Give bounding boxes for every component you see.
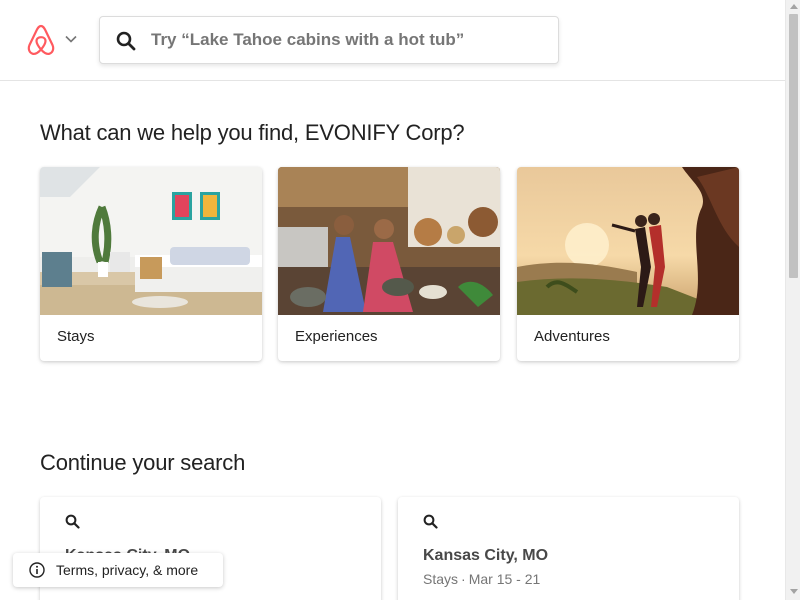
recent-search-card[interactable]: Kansas City, MO Stays · Mar 15 - 21	[398, 497, 739, 600]
recent-search-location: Kansas City, MO	[423, 547, 549, 564]
top-header	[0, 0, 785, 81]
search-icon	[423, 514, 438, 529]
cooking-class-photo	[278, 167, 500, 315]
page-scrollbar[interactable]	[785, 0, 800, 600]
search-icon	[116, 31, 136, 51]
continue-search-title: Continue your search	[40, 450, 246, 475]
recent-search-type: Stays	[423, 571, 459, 587]
airbnb-logo-icon[interactable]	[26, 24, 56, 56]
scroll-down-arrow-icon[interactable]	[790, 589, 798, 594]
mountain-sunset-photo	[517, 167, 739, 315]
recent-search-dates: Mar 15 - 21	[468, 571, 541, 587]
page-title: What can we help you find, EVONIFY Corp?	[40, 120, 465, 145]
separator-dot: ·	[461, 571, 466, 587]
category-card-stays[interactable]: Stays	[40, 167, 262, 361]
category-label: Adventures	[534, 328, 610, 345]
terms-privacy-button[interactable]: Terms, privacy, & more	[13, 553, 223, 587]
scrollbar-thumb[interactable]	[789, 14, 798, 278]
info-icon	[29, 562, 45, 578]
terms-privacy-label: Terms, privacy, & more	[56, 562, 199, 578]
scroll-up-arrow-icon[interactable]	[790, 4, 798, 9]
recent-search-details: Stays · Mar 15 - 21	[423, 571, 540, 587]
bedroom-photo	[40, 167, 262, 315]
category-card-experiences[interactable]: Experiences	[278, 167, 500, 361]
category-label: Stays	[57, 328, 95, 345]
search-input[interactable]	[151, 23, 546, 57]
search-icon	[65, 514, 80, 529]
search-bar[interactable]	[99, 16, 559, 64]
category-card-adventures[interactable]: Adventures	[517, 167, 739, 361]
chevron-down-icon[interactable]	[64, 32, 78, 46]
category-label: Experiences	[295, 328, 378, 345]
